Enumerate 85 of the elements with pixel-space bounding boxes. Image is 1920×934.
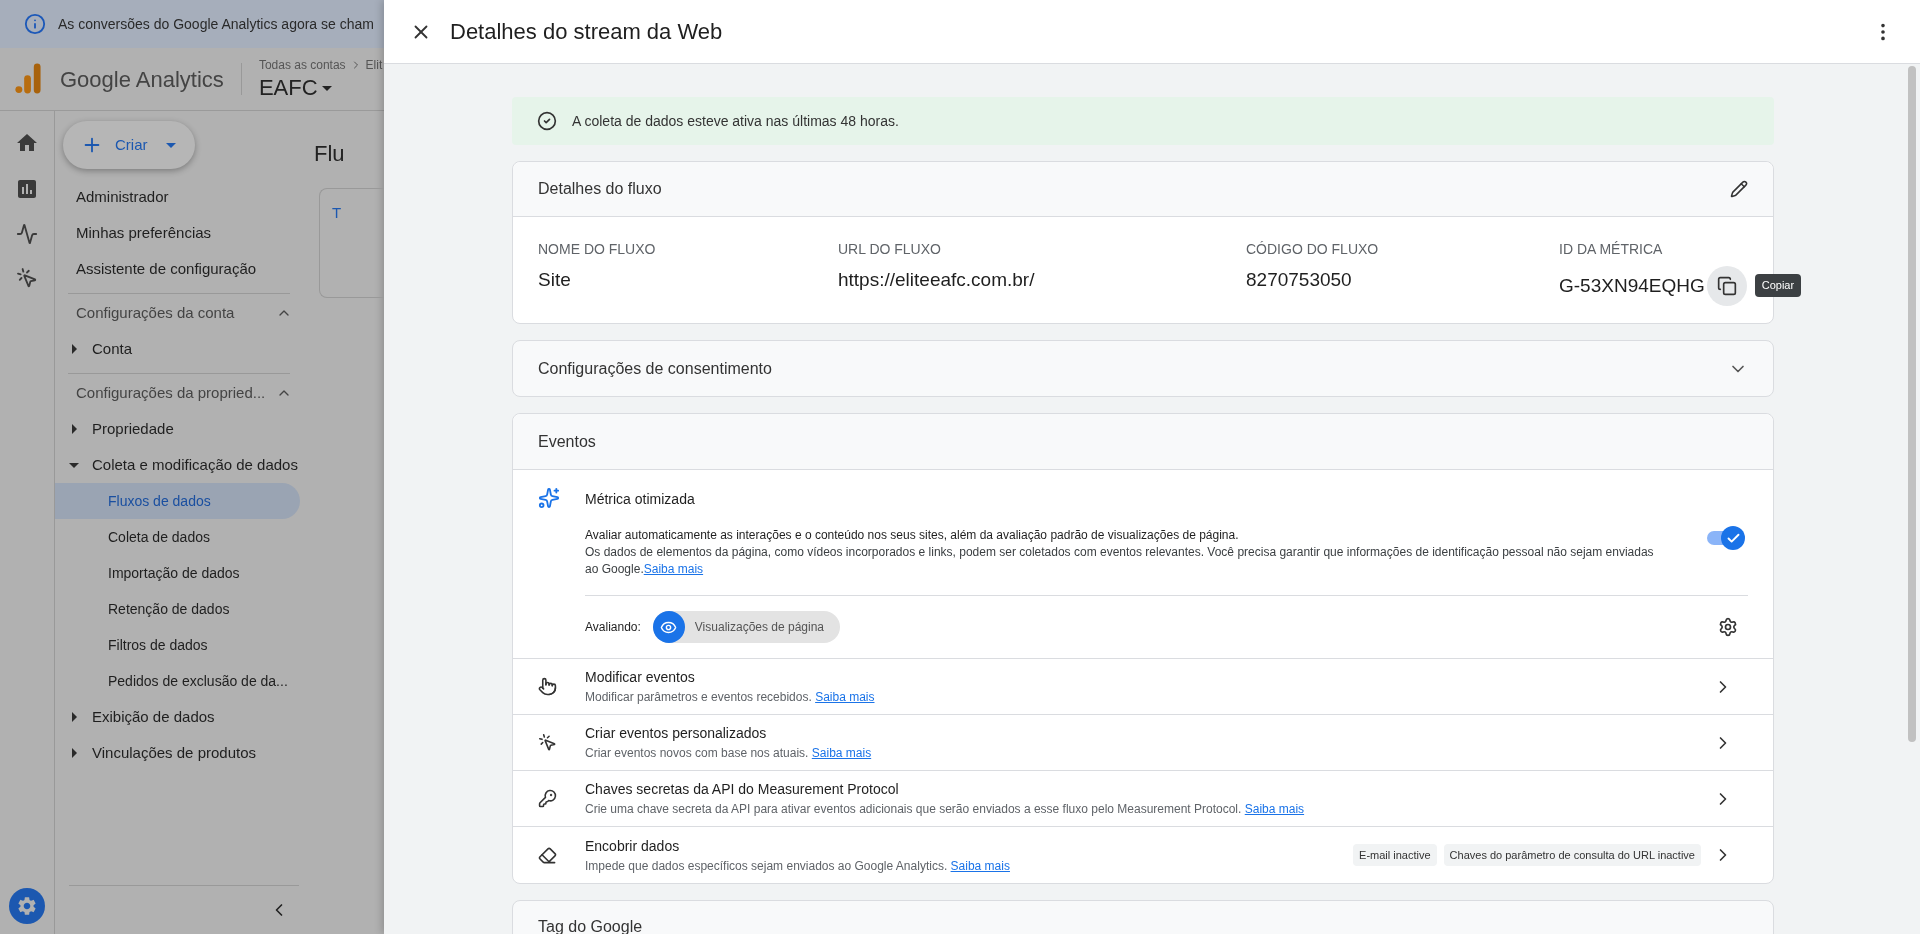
scrollbar-thumb[interactable] [1908, 66, 1916, 742]
learn-more-link[interactable]: Saiba mais [815, 690, 875, 704]
event-setting-row[interactable]: Encobrir dados Impede que dados específicos sejam enviados ao Google Analytics. Saiba mais E-mail inactive Chaves do parâmetro de consulta do URL inactive [513, 827, 1773, 883]
caret-right-icon[interactable] [71, 344, 77, 354]
row-title: Chaves secretas da API do Measurement Protocol [585, 780, 900, 799]
nav-link[interactable]: Minhas preferências [76, 215, 212, 251]
cursor-click-icon [538, 733, 557, 752]
learn-more-link[interactable]: Saiba mais [950, 858, 1010, 873]
field-label: ID DA MÉTRICA [1559, 240, 1664, 259]
card-title: Eventos [538, 431, 596, 452]
key-icon [538, 789, 557, 808]
banner-text: As conversões do Google Analytics agora se cham [58, 14, 374, 34]
field-label: URL DO FLUXO [838, 240, 942, 259]
field-value: Site [538, 268, 571, 292]
section-title: Métrica otimizada [585, 490, 696, 509]
caret-right-icon[interactable] [71, 712, 77, 722]
nav-subitem[interactable]: Coleta de dados [55, 519, 300, 555]
description-text: Avaliar automaticamente as interações e o conteúdo nos seus sites, além da avaliação padrão de visualizações de página. [585, 527, 1240, 544]
field-value: G-53XN94EQHG [1559, 273, 1705, 298]
learn-more-link[interactable]: Saiba mais [643, 562, 704, 576]
measurement-chip[interactable]: Visualizações de página [652, 611, 841, 643]
sparkle-icon [538, 487, 560, 509]
cursor-click-icon[interactable] [16, 267, 38, 289]
copy-icon [1716, 276, 1737, 296]
edit-icon[interactable] [1730, 180, 1748, 198]
row-title: Modificar eventos [585, 668, 696, 687]
row-description: Impede que dados específicos sejam enviados ao Google Analytics. Saiba mais [585, 857, 1011, 875]
report-icon[interactable] [15, 177, 39, 201]
field-value: 8270753050 [1246, 268, 1352, 292]
event-setting-row[interactable]: Chaves secretas da API do Measurement Protocol Crie uma chave secreta da API para ativar eventos adicionais que serão enviados a esse fluxo pelo Measurement Protocol. Saiba mais [513, 771, 1773, 827]
field-label: NOME DO FLUXO [538, 240, 657, 259]
card-title: Detalhes do fluxo [538, 179, 662, 199]
status-chip: E-mail inactive [1353, 843, 1437, 867]
nav-link[interactable]: Assistente de configuração [76, 251, 257, 287]
analytics-logo-icon [15, 63, 42, 95]
nav-item[interactable]: Coleta e modificação de dados [92, 453, 298, 477]
copy-button[interactable] [1706, 266, 1747, 306]
row-title: Encobrir dados [585, 836, 681, 856]
card-title: Configurações de consentimento [538, 358, 772, 379]
product-name: Google Analytics [60, 65, 224, 94]
property-selector[interactable]: EAFC [258, 74, 318, 102]
event-setting-row[interactable]: Modificar eventos Modificar parâmetros e eventos recebidos. Saiba mais [513, 659, 1773, 715]
dropdown-icon [165, 142, 176, 148]
nav-subitem[interactable]: Retenção de dados [55, 591, 300, 627]
nav-link[interactable]: Administrador [76, 179, 169, 215]
tooltip: Copiar [1754, 274, 1802, 297]
settings-button[interactable] [9, 888, 45, 924]
event-setting-row[interactable]: Criar eventos personalizados Criar eventos novos com base nos atuais. Saiba mais [513, 715, 1773, 771]
consent-card[interactable]: Configurações de consentimento [512, 340, 1774, 397]
nav-section-header[interactable]: Configurações da conta [55, 295, 302, 331]
nav-subitem[interactable]: Importação de dados [55, 555, 300, 591]
nav-item[interactable]: Conta [92, 337, 133, 361]
field-value: https://eliteeafc.com.br/ [838, 268, 1035, 292]
page-title: Flu [314, 140, 346, 168]
dropdown-icon [321, 85, 332, 91]
status-text: A coleta de dados esteve ativa nas últimas 48 horas. [572, 111, 899, 131]
status-chip: Chaves do parâmetro de consulta do URL inactive [1443, 843, 1701, 867]
row-description: Modificar parâmetros e eventos recebidos. Saiba mais [585, 689, 876, 706]
measuring-label: Avaliando: [585, 619, 641, 636]
settings-icon [16, 895, 38, 917]
nav-item[interactable]: Vinculações de produtos [92, 741, 256, 765]
caret-right-icon[interactable] [71, 424, 77, 434]
learn-more-link[interactable]: Saiba mais [1244, 802, 1305, 816]
settings-icon[interactable] [1718, 617, 1738, 637]
description-text: Os dados de elementos da página, como vídeos incorporados e links, podem ser coletados com eventos relevantes. Você precisa garantir que informações de identificação pessoal não sejam enviadas ao Google.Saiba mais [585, 544, 1655, 578]
nav-item[interactable]: Exibição de dados [92, 705, 215, 729]
caret-right-icon[interactable] [71, 748, 77, 758]
breadcrumb-link[interactable]: Elit [365, 56, 383, 74]
nav-section-header[interactable]: Configurações da propried... [55, 375, 302, 411]
field-label: CÓDIGO DO FLUXO [1246, 240, 1380, 259]
breadcrumb-link[interactable]: Todas as contas [258, 56, 346, 74]
caret-down-icon[interactable] [69, 462, 79, 468]
toggle-switch[interactable] [1705, 526, 1745, 550]
pointer-hand-icon [538, 677, 557, 696]
row-description: Crie uma chave secreta da API para ativar eventos adicionais que serão enviados a esse fluxo pelo Measurement Protocol. Saiba mais [585, 801, 1306, 818]
eraser-icon [538, 845, 557, 865]
nav-subitem[interactable]: Filtros de dados [55, 627, 300, 663]
nav-item[interactable]: Propriedade [92, 417, 174, 441]
nav-subitem[interactable]: Pedidos de exclusão de da... [55, 663, 300, 699]
row-title: Criar eventos personalizados [585, 724, 768, 743]
row-description: Criar eventos novos com base nos atuais. Saiba mais [585, 745, 873, 762]
check-circle-icon [537, 111, 557, 131]
panel-title: Detalhes do stream da Web [450, 18, 723, 46]
learn-more-link[interactable]: Saiba mais [811, 746, 872, 760]
info-icon [24, 13, 46, 35]
